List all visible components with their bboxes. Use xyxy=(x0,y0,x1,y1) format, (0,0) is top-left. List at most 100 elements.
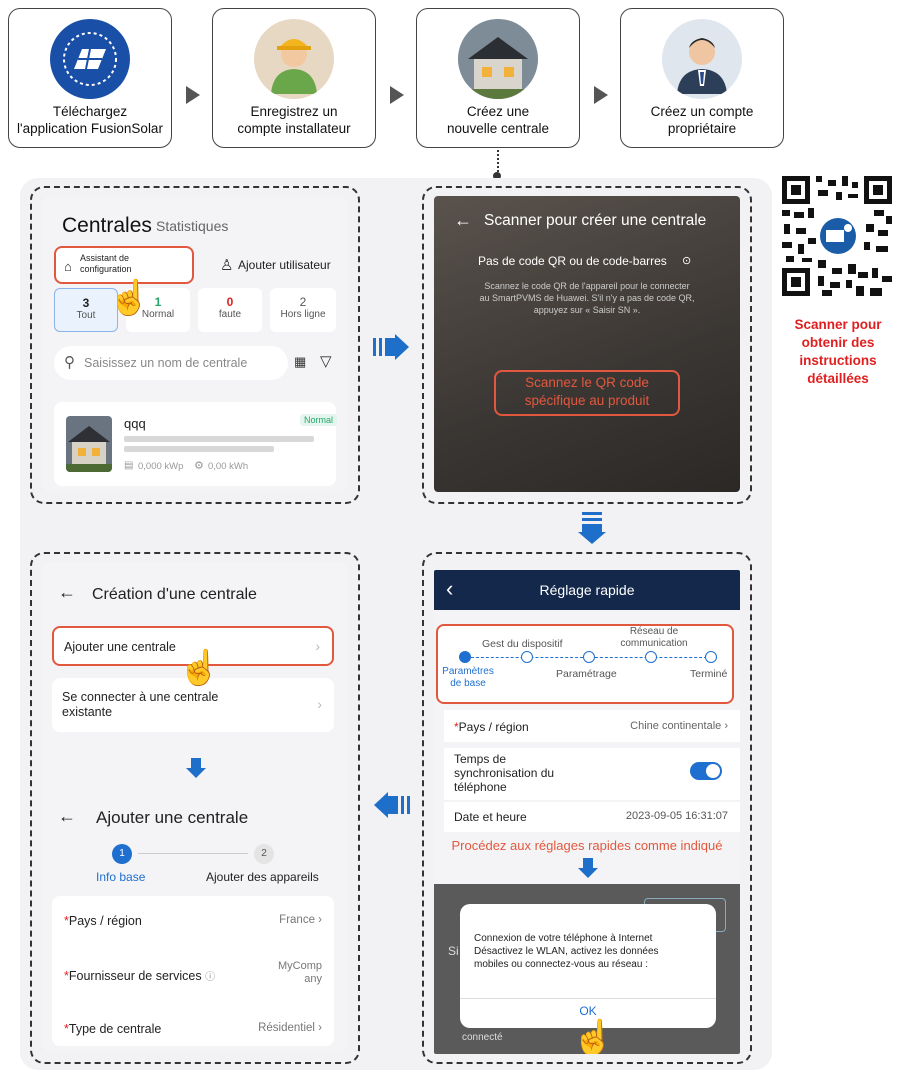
step-arrow-icon xyxy=(186,86,200,104)
add-user-button[interactable]: Ajouter utilisateur xyxy=(238,258,331,272)
scan-title: Scanner pour créer une centrale xyxy=(484,212,707,229)
step-dot xyxy=(705,651,717,663)
step-dot xyxy=(583,651,595,663)
provider-row[interactable]: *Fournisseur de services ⓘ xyxy=(64,968,215,983)
search-placeholder: Saisissez un nom de centrale xyxy=(84,356,248,370)
screen-create-plant: ← Création d'une centrale Ajouter une ce… xyxy=(42,562,348,1052)
date-value: 2023-09-05 16:31:07 xyxy=(625,810,728,822)
dialog-message: Connexion de votre téléphone à Internet … xyxy=(474,933,659,970)
step-indicator-active: 1 xyxy=(112,844,132,864)
back-arrow-icon[interactable]: ← xyxy=(58,582,76,603)
step-label: Paramétrage xyxy=(556,668,617,680)
row-label: Pays / région xyxy=(458,720,529,734)
filter-icon[interactable]: ▽ xyxy=(320,352,332,370)
stat-count: 2 xyxy=(299,295,307,309)
header-title: Réglage rapide xyxy=(539,582,635,598)
status-badge: Normal xyxy=(300,414,338,426)
assistant-label: Assistant de configuration xyxy=(80,253,132,274)
hand-pointer-icon: ☝ xyxy=(178,649,221,687)
network-dialog: Connexion de votre téléphone à Internet … xyxy=(460,904,716,1028)
country-value[interactable]: France › xyxy=(279,914,322,926)
search-input[interactable]: ⚲ Saisissez un nom de centrale xyxy=(54,346,288,380)
sync-toggle[interactable] xyxy=(690,762,722,780)
info-icon: ⓘ xyxy=(205,972,216,983)
blue-arrow-down-icon xyxy=(186,758,206,778)
search-icon: ⚲ xyxy=(64,354,75,371)
blue-arrow-right-icon xyxy=(373,334,409,360)
stat-count: 0 xyxy=(226,295,234,309)
header-bar: ‹ Réglage rapide xyxy=(434,570,740,610)
add-plant-title: Ajouter une centrale xyxy=(96,808,249,827)
country-value: Chine continentale xyxy=(630,720,722,732)
row-label: Fournisseur de services xyxy=(68,969,202,983)
plant-card[interactable]: qqq Normal ▤ 0,000 kWp ⚙ 0,00 kWh xyxy=(54,402,338,486)
scan-hint-text: Scannez le QR code spécifique au produit xyxy=(524,375,650,408)
step-line xyxy=(138,853,248,854)
stat-card-offline[interactable]: 2 Hors ligne xyxy=(270,288,336,332)
row-label: Date et heure xyxy=(454,810,527,824)
blue-arrow-down-icon xyxy=(578,512,606,544)
country-row[interactable]: *Pays / région xyxy=(64,914,142,928)
step-arrow-icon xyxy=(594,86,608,104)
energy-icon: ⚙ xyxy=(194,460,204,472)
back-arrow-icon[interactable]: ← xyxy=(454,210,472,231)
country-row[interactable]: *Pays / région Chine continentale › xyxy=(444,710,740,742)
step-create-owner: Créez un compte propriétaire xyxy=(620,8,784,148)
step-label: Enregistrez un compte installateur xyxy=(237,104,351,136)
home-icon: ⌂ xyxy=(64,259,72,274)
plant-name: qqq xyxy=(124,416,146,431)
step-label: Ajouter des appareils xyxy=(206,870,319,884)
ok-button[interactable]: OK xyxy=(460,1004,716,1018)
step-label-active: Paramètres de base xyxy=(442,666,494,689)
step-dot-active xyxy=(459,651,471,663)
screen-plants: Centrales Statistiques ⌂ Assistant de co… xyxy=(42,196,348,492)
step-register-installer: Enregistrez un compte installateur xyxy=(212,8,376,148)
page-title: Centrales xyxy=(62,214,152,237)
chevron-right-icon: › xyxy=(315,638,320,654)
blue-arrow-down-icon xyxy=(578,858,598,878)
fusionsolar-app-icon xyxy=(50,19,130,99)
user-add-icon: ♙ xyxy=(220,257,234,274)
scan-icon[interactable]: ▦ xyxy=(294,354,306,370)
screen-scan: ← Scanner pour créer une centrale Pas de… xyxy=(434,196,740,492)
row-label: Temps de synchronisation du téléphone xyxy=(454,752,555,794)
row-label: Type de centrale xyxy=(68,1022,162,1036)
step-dot xyxy=(645,651,657,663)
create-title: Création d'une centrale xyxy=(92,586,257,603)
plant-type-row[interactable]: *Type de centrale xyxy=(64,1022,161,1036)
date-row[interactable]: Date et heure 2023-09-05 16:31:07 xyxy=(444,802,740,832)
step-label-active: Info base xyxy=(96,870,146,884)
step-label: Créez une nouvelle centrale xyxy=(446,104,550,136)
option-label: Se connecter à une centrale existante xyxy=(62,690,219,719)
house-icon xyxy=(458,19,538,99)
installer-avatar-icon xyxy=(254,19,334,99)
step-label: Créez un compte propriétaire xyxy=(650,104,754,136)
plant-type-value[interactable]: Résidentiel › xyxy=(258,1022,322,1034)
tab-statistics[interactable]: Statistiques xyxy=(156,218,228,234)
step-dot xyxy=(521,651,533,663)
row-label: Pays / région xyxy=(68,914,142,928)
back-arrow-icon[interactable]: ← xyxy=(58,806,76,827)
stat-label: Hors ligne xyxy=(280,309,326,320)
blurred-address xyxy=(124,436,314,442)
capacity-icon: ▤ xyxy=(124,460,134,471)
arrow-circle-icon: ⊙ xyxy=(682,255,692,267)
chevron-right-icon: › xyxy=(317,696,322,712)
qr-code xyxy=(778,172,896,300)
scan-help-text: Scannez le code QR de l'appareil pour le… xyxy=(479,281,695,315)
instruction-caption: Procédez aux réglages rapides comme indi… xyxy=(451,838,723,853)
provider-value[interactable]: MyComp any xyxy=(278,960,322,986)
stat-label: faute xyxy=(218,309,242,320)
hand-pointer-icon: ☝ xyxy=(108,279,151,317)
step-label: Réseau de communication xyxy=(620,626,688,649)
step-label: Gest du dispositif xyxy=(482,638,563,650)
plant-power: 0,000 kWp xyxy=(138,461,184,472)
step-label: Terminé xyxy=(690,668,728,680)
plant-energy: 0,00 kWh xyxy=(208,461,249,472)
no-code-link[interactable]: Pas de code QR ou de code-barres xyxy=(478,254,667,268)
stat-card-fault[interactable]: 0 faute xyxy=(198,288,262,332)
background-text: Si xyxy=(448,944,459,958)
form-card: *Pays / région France › *Fournisseur de … xyxy=(52,896,334,1046)
step-label: Téléchargez l'application FusionSolar xyxy=(17,104,163,136)
hand-pointer-icon: ☝ xyxy=(572,1019,615,1054)
